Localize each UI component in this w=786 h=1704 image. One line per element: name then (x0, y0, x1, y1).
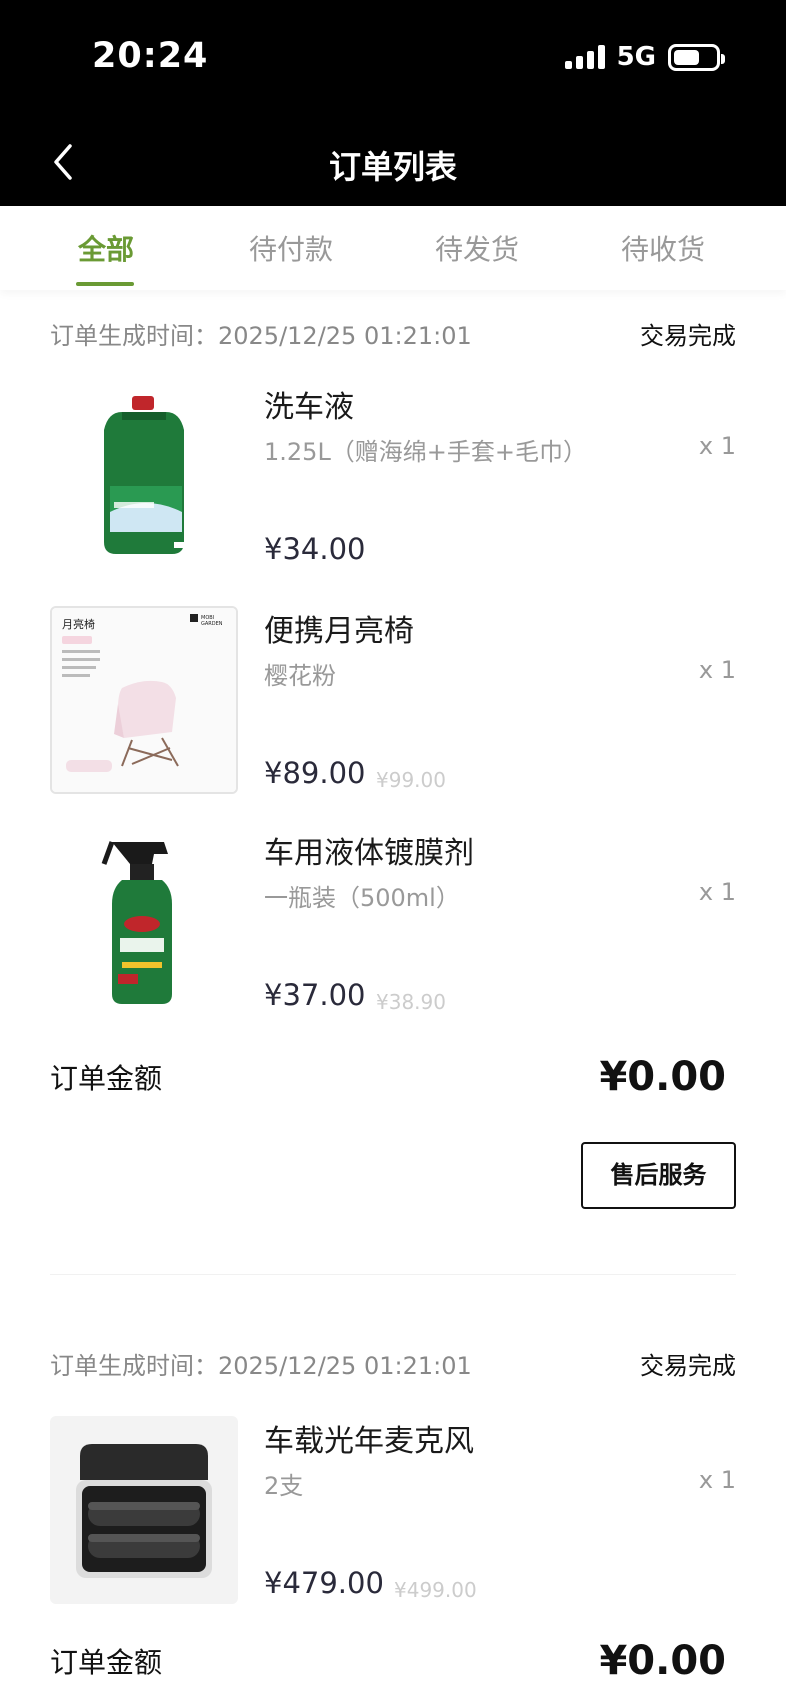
product-spec: 1.25L（赠海绵+手套+毛巾） (264, 438, 588, 466)
tab-pending-payment[interactable]: 待付款 (231, 228, 351, 268)
product-original-price: ¥99.00 (376, 768, 446, 792)
page-title: 订单列表 (328, 148, 457, 186)
product-price: ¥89.00 (264, 756, 366, 790)
product-name: 车载光年麦克风 (264, 1424, 474, 1459)
order-status: 交易完成 (640, 1352, 736, 1380)
status-bar: 20:24 5G (0, 0, 786, 118)
image-text-brand-bottom: GARDEN (201, 621, 223, 627)
order-item[interactable]: 车载光年麦克风 2支 x 1 ¥479.00 ¥499.00 (50, 1416, 736, 1606)
product-spec: 一瓶装（500ml） (264, 884, 460, 912)
order-header: 订单生成时间：2025/12/25 01:21:01 交易完成 (50, 1346, 736, 1381)
product-name: 车用液体镀膜剂 (264, 836, 474, 871)
tab-pending-receipt[interactable]: 待收货 (603, 228, 723, 268)
order-total: 订单金额 ¥0.00 (50, 1054, 736, 1100)
order-header: 订单生成时间：2025/12/25 01:21:01 交易完成 (50, 316, 736, 351)
product-spec: 樱花粉 (264, 662, 336, 690)
product-price: ¥479.00 (264, 1566, 384, 1600)
product-name: 洗车液 (264, 390, 354, 425)
order-item[interactable]: 洗车液 1.25L（赠海绵+手套+毛巾） x 1 ¥34.00 (50, 382, 736, 572)
product-qty: x 1 (698, 1466, 736, 1494)
product-original-price: ¥38.90 (376, 990, 446, 1014)
product-image-moon-chair: 月亮椅 MOBI GARDEN (50, 606, 238, 794)
product-original-price: ¥499.00 (394, 1578, 477, 1602)
after-sales-button[interactable]: 售后服务 (581, 1142, 736, 1209)
tab-all[interactable]: 全部 (46, 228, 166, 268)
order-total-value: ¥0.00 (599, 1054, 726, 1100)
signal-icon (564, 45, 605, 69)
order-total-label: 订单金额 (50, 1646, 163, 1679)
order-item[interactable]: 月亮椅 MOBI GARDEN 便携月亮椅 樱花粉 x 1 ¥89.00 ¥99… (50, 606, 736, 796)
status-time: 20:24 (92, 36, 209, 76)
product-qty: x 1 (698, 656, 736, 684)
product-price: ¥34.00 (264, 532, 366, 566)
product-spec: 2支 (264, 1472, 304, 1500)
active-tab-indicator (76, 282, 134, 286)
order-total-label: 订单金额 (50, 1062, 163, 1095)
battery-icon (668, 43, 725, 71)
product-qty: x 1 (698, 432, 736, 460)
product-image-coating-spray (50, 828, 238, 1016)
nav-bar: 订单列表 (0, 118, 786, 206)
order-status: 交易完成 (640, 322, 736, 350)
order-divider (50, 1274, 736, 1275)
network-label: 5G (616, 42, 656, 72)
product-image-car-wash (50, 382, 238, 570)
order-total-value: ¥0.00 (599, 1638, 726, 1684)
product-price: ¥37.00 (264, 978, 366, 1012)
order-time: 订单生成时间：2025/12/25 01:21:01 (50, 1352, 472, 1380)
order-item[interactable]: 车用液体镀膜剂 一瓶装（500ml） x 1 ¥37.00 ¥38.90 (50, 828, 736, 1018)
image-text-title: 月亮椅 (62, 617, 95, 631)
status-indicators: 5G (564, 42, 725, 72)
order-tabs: 全部 待付款 待发货 待收货 (0, 206, 786, 290)
product-qty: x 1 (698, 878, 736, 906)
product-name: 便携月亮椅 (264, 614, 414, 649)
tab-pending-shipment[interactable]: 待发货 (417, 228, 537, 268)
order-total: 订单金额 ¥0.00 (50, 1638, 736, 1684)
product-image-microphone (50, 1416, 238, 1604)
order-time: 订单生成时间：2025/12/25 01:21:01 (50, 322, 472, 350)
